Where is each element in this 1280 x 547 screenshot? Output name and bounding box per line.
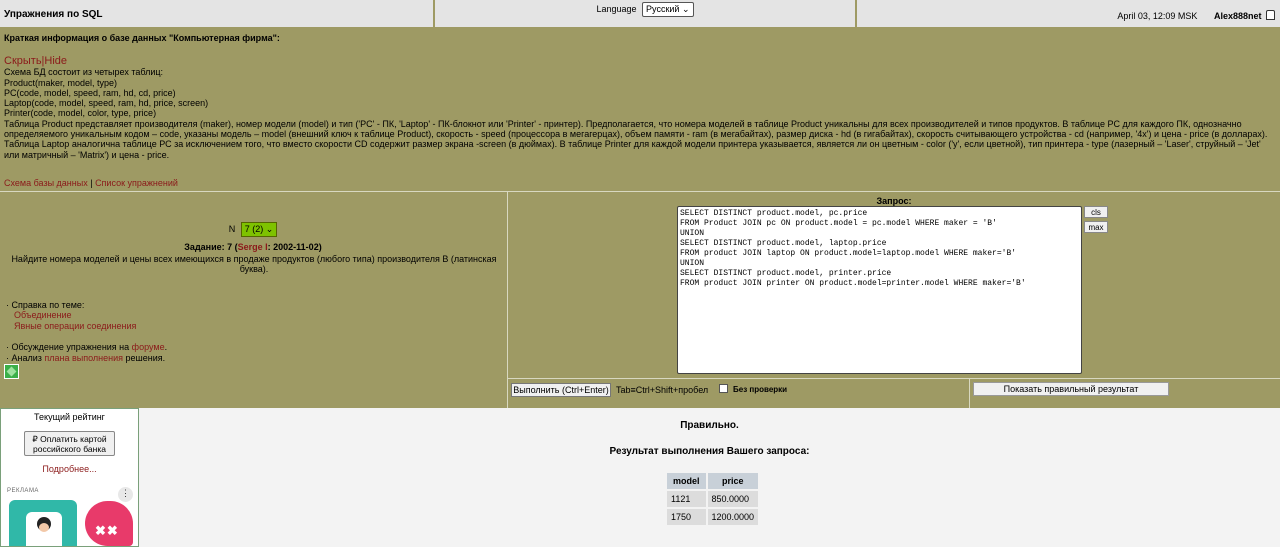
action-row: Выполнить (Ctrl+Enter) Tab≡Ctrl+Shift+пр… [508, 379, 1280, 407]
hide-link[interactable]: Скрыть|Hide [4, 55, 1276, 67]
result-heading: Результат выполнения Вашего запроса: [609, 446, 810, 457]
tab-hint: Tab≡Ctrl+Shift+пробел [616, 385, 709, 395]
top-bar: Упражнения по SQL Language Русский ⌄ Apr… [0, 0, 1280, 28]
plan-line: · Анализ плана выполнения решения. [6, 353, 167, 363]
discuss-line: · Обсуждение упражнения на форуме. [6, 342, 167, 352]
plan-suffix: решения. [123, 352, 166, 363]
schema-link[interactable]: Схема базы данных [4, 178, 88, 188]
execution-plan-link[interactable]: плана выполнения [44, 353, 123, 363]
site-title[interactable]: Упражнения по SQL [0, 0, 433, 27]
pay-button[interactable]: ₽ Оплатить картой российского банка [24, 431, 115, 456]
discuss-prefix: · Обсуждение упражнения на [6, 342, 132, 353]
info-links: Схема базы данных | Список упражнений [4, 178, 178, 188]
schema-line: Схема БД состоит из четырех таблиц: [4, 67, 164, 78]
ad-image[interactable] [9, 500, 77, 546]
user-icon[interactable] [1266, 10, 1275, 20]
forum-link[interactable]: форуме [132, 342, 165, 352]
server-datetime: April 03, 12:09 MSK [1117, 11, 1198, 21]
schema-line: PC(code, model, speed, ram, hd, cd, pric… [4, 87, 176, 98]
result-panel: Правильно. Результат выполнения Вашего з… [139, 408, 1280, 547]
exercise-select-value: 7 (2) [244, 224, 264, 234]
query-label: Запрос: [876, 196, 912, 206]
bottom-area: Текущий рейтинг ₽ Оплатить картой россий… [0, 408, 1280, 547]
ad-menu-icon[interactable]: ⋮ [118, 487, 133, 502]
table-header-row: model price [667, 473, 759, 489]
help-link-joins[interactable]: Явные операции соединения [14, 321, 167, 331]
exercises-link[interactable]: Список упражнений [95, 178, 178, 188]
no-check-checkbox[interactable] [719, 384, 728, 393]
show-correct-result-button[interactable]: Показать правильный результат [973, 382, 1169, 396]
task-author-link[interactable]: Serge I [238, 242, 268, 252]
ad-image[interactable]: ✖✖ [85, 501, 133, 546]
avatar-icon [26, 512, 62, 546]
language-select[interactable]: Русский ⌄ [642, 2, 694, 17]
schema-line: Laptop(code, model, speed, ram, hd, pric… [4, 98, 209, 109]
language-label: Language [596, 4, 637, 14]
exercise-number-label: N [228, 224, 236, 234]
no-check-label: Без проверки [733, 385, 788, 394]
chevron-down-icon: ⌄ [265, 224, 274, 234]
table-row: 1121 850.0000 [667, 491, 759, 507]
task-title: Задание: 7 (Serge I: 2002-11-02) [0, 242, 506, 252]
schema-line: Product(maker, model, type) [4, 77, 118, 88]
username[interactable]: Alex888net [1214, 11, 1262, 21]
help-label: · Справка по теме: [6, 300, 85, 310]
chevron-down-icon: ⌄ [681, 4, 690, 14]
query-panel: Запрос: SELECT DISTINCT product.model, p… [508, 193, 1280, 377]
ad-label: РЕКЛАМА [7, 488, 39, 494]
diamond-icon[interactable] [4, 364, 19, 379]
db-description: Таблица Product представляет производите… [4, 118, 1268, 160]
column-header: model [667, 473, 706, 489]
exercise-select[interactable]: 7 (2) ⌄ [240, 222, 278, 237]
column-header: price [707, 473, 759, 489]
task-text: Найдите номера моделей и цены всех имеющ… [11, 254, 497, 274]
query-textarea[interactable]: SELECT DISTINCT product.model, pc.price … [677, 206, 1082, 374]
db-info-panel: Краткая информация о базе данных "Компью… [0, 30, 1280, 190]
language-switcher: Language Русский ⌄ [435, 0, 855, 27]
task-title-suffix: : 2002-11-02) [267, 242, 322, 252]
divider [0, 191, 1280, 192]
user-area: April 03, 12:09 MSK Alex888net [857, 0, 1280, 27]
link-separator: | [87, 178, 96, 188]
task-title-prefix: Задание: 7 ( [184, 242, 238, 252]
rating-label: Текущий рейтинг [34, 412, 105, 422]
help-section: · Справка по теме: Объединение Явные опе… [6, 300, 167, 363]
result-table: model price 1121 850.0000 1750 1200.0000 [665, 471, 760, 527]
more-link[interactable]: Подробнее... [1, 464, 138, 474]
schema-line: Printer(code, model, color, type, price) [4, 108, 157, 119]
exercise-selector-row: N 7 (2) ⌄ [0, 222, 506, 237]
db-info-title: Краткая информация о базе данных "Компью… [4, 33, 280, 43]
plan-prefix: · Анализ [6, 352, 45, 363]
maximize-button[interactable]: max [1084, 221, 1108, 233]
task-panel: N 7 (2) ⌄ Задание: 7 (Serge I: 2002-11-0… [0, 193, 506, 407]
table-row: 1750 1200.0000 [667, 509, 759, 525]
clear-button[interactable]: cls [1084, 206, 1108, 218]
rating-sidebar: Текущий рейтинг ₽ Оплатить картой россий… [0, 408, 139, 547]
table-cell: 850.0000 [707, 491, 759, 507]
table-cell: 1200.0000 [707, 509, 759, 525]
table-cell: 1750 [667, 509, 706, 525]
discuss-suffix: . [164, 342, 168, 353]
result-status: Правильно. [680, 420, 739, 431]
help-link-union[interactable]: Объединение [14, 310, 167, 320]
language-value: Русский [646, 4, 680, 14]
x-marks-icon: ✖✖ [95, 523, 119, 538]
execute-button[interactable]: Выполнить (Ctrl+Enter) [511, 383, 611, 397]
table-cell: 1121 [667, 491, 706, 507]
